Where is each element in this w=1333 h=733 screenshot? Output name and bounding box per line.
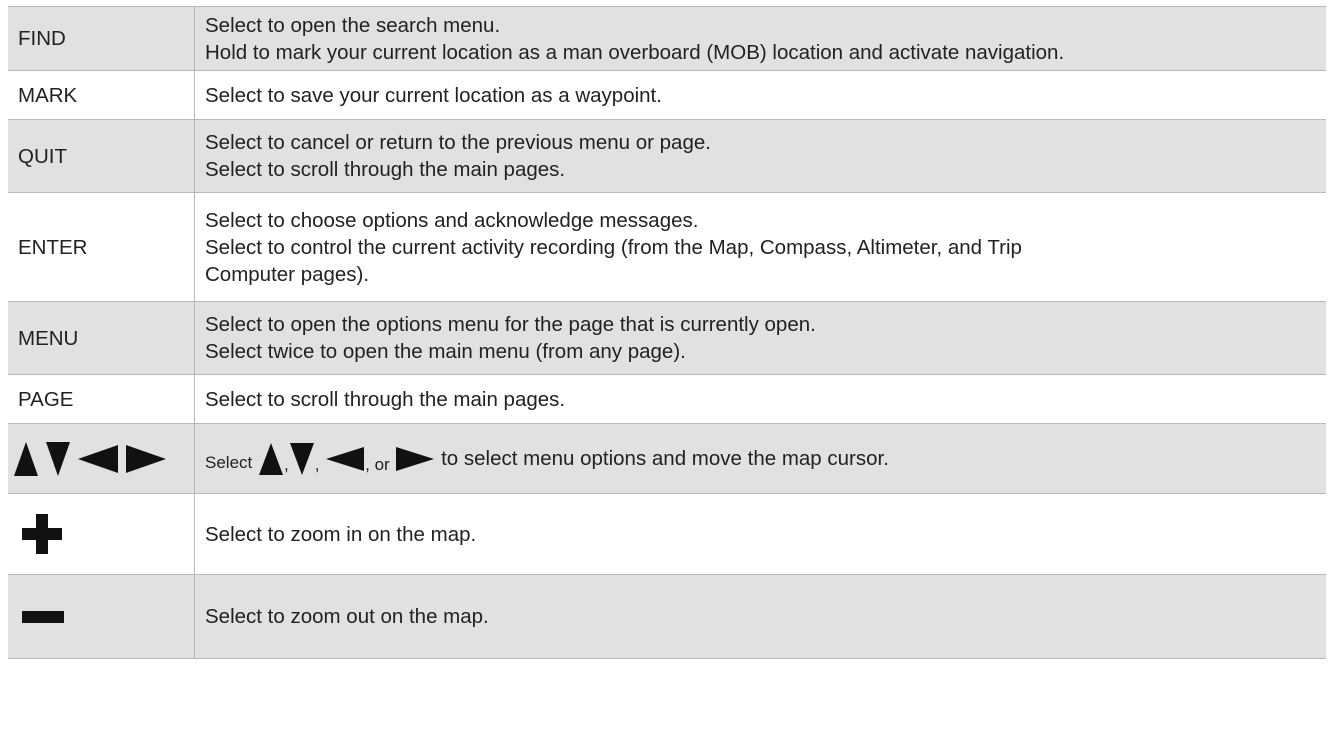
table-row-find: FIND Select to open the search menu. Hol… [8,6,1326,71]
table-row-mark: MARK Select to save your current locatio… [8,70,1326,120]
up-arrow-icon [14,441,38,476]
key-description-minus: Select to zoom out on the map. [194,574,1326,659]
table-row-plus: Select to zoom in on the map. [8,493,1326,575]
up-arrow-icon [258,442,283,475]
plus-icon [22,514,62,554]
key-label-mark: MARK [8,70,195,120]
key-label-menu: MENU [8,301,195,375]
key-description-enter: Select to choose options and acknowledge… [194,192,1326,302]
description-line: Computer pages). [205,262,370,286]
description-line: Select to choose options and acknowledge… [205,208,699,232]
table-row-quit: QUIT Select to cancel or return to the p… [8,119,1326,193]
arrows-text-comma: , [314,455,320,474]
description-line: Select to scroll through the main pages. [205,387,566,411]
table-row-menu: MENU Select to open the options menu for… [8,301,1326,375]
description-line: Select to control the current activity r… [205,235,1022,259]
description-line: Select twice to open the main menu (from… [205,340,686,363]
table-row-enter: ENTER Select to choose options and ackno… [8,192,1326,302]
left-arrow-icon [326,446,365,471]
table-row-minus: Select to zoom out on the map. [8,574,1326,659]
description-line: Select to open the options menu for the … [205,313,816,336]
table-row-arrows: Select , , , or to select menu options a… [8,423,1326,494]
key-description-find: Select to open the search menu. Hold to … [194,6,1326,71]
key-icons-arrows [8,423,195,494]
left-arrow-icon [78,444,118,473]
description-line: Select to zoom in on the map. [205,522,477,546]
key-description-arrows: Select , , , or to select menu options a… [194,423,1326,494]
right-arrow-icon [126,444,166,473]
description-line: Select to open the search menu. [205,13,501,37]
description-line: Select to scroll through the main pages. [205,158,566,181]
key-description-menu: Select to open the options menu for the … [194,301,1326,375]
minus-icon [22,610,64,623]
key-description-page: Select to scroll through the main pages. [194,374,1326,424]
key-label-page: PAGE [8,374,195,424]
description-line: Select to save your current location as … [205,83,662,107]
key-label-quit: QUIT [8,119,195,193]
arrows-text-select: Select [205,453,253,472]
key-icon-plus [8,493,195,575]
down-arrow-icon [289,442,314,475]
description-line: Hold to mark your current location as a … [205,40,1065,64]
key-label-find: FIND [8,6,195,71]
arrows-text-or: , or [365,455,390,474]
right-arrow-icon [396,446,435,471]
arrows-text-rest: to select menu options and move the map … [435,447,889,470]
key-functions-table: FIND Select to open the search menu. Hol… [8,6,1326,659]
key-description-plus: Select to zoom in on the map. [194,493,1326,575]
key-description-quit: Select to cancel or return to the previo… [194,119,1326,193]
key-icon-minus [8,574,195,659]
down-arrow-icon [46,441,70,476]
description-line: Select to zoom out on the map. [205,605,489,628]
key-description-mark: Select to save your current location as … [194,70,1326,120]
description-line: Select to cancel or return to the previo… [205,131,711,154]
table-row-page: PAGE Select to scroll through the main p… [8,374,1326,424]
arrows-text-comma: , [283,455,289,474]
key-label-enter: ENTER [8,192,195,302]
